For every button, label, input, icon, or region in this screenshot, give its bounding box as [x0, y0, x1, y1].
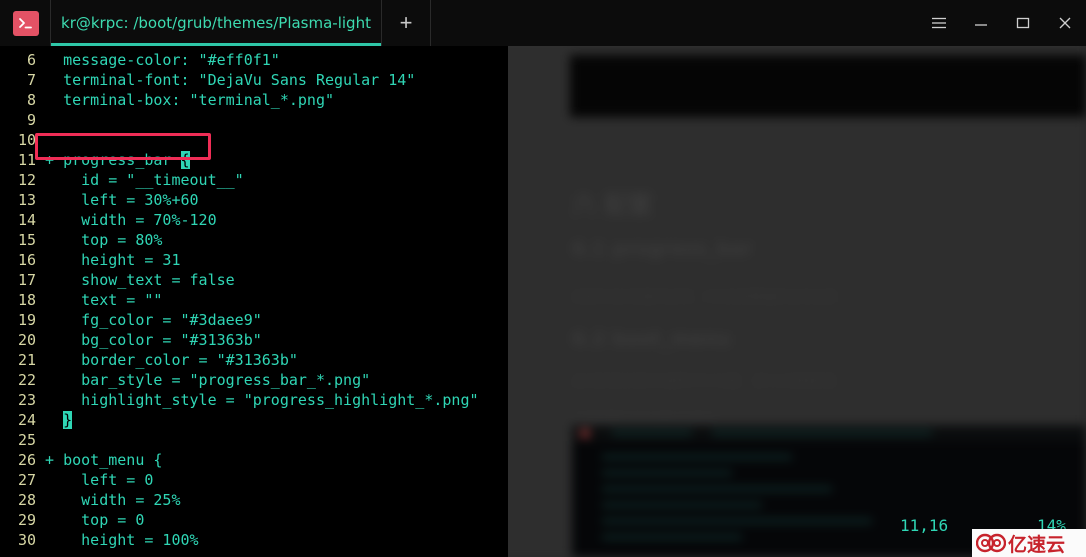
maximize-icon[interactable] [1002, 0, 1044, 46]
new-tab-label: + [399, 10, 413, 35]
hamburger-menu-icon[interactable] [918, 0, 960, 46]
watermark-logo-icon [976, 533, 1006, 553]
watermark-text: 亿速云 [1008, 533, 1066, 556]
minimize-icon[interactable] [960, 0, 1002, 46]
close-icon[interactable] [1044, 0, 1086, 46]
tab-strip: kr@krpc: /boot/grub/themes/Plasma-light … [50, 0, 431, 46]
red-highlight-box [35, 133, 211, 160]
cursor-position-status: 11,16 [900, 516, 949, 535]
screen: 六 配置 6.1 progress_bar 进度条相关配置项说明，修改后需要重新… [0, 0, 1086, 557]
terminal-window: kr@krpc: /boot/grub/themes/Plasma-light … [0, 0, 1086, 557]
tab-active[interactable]: kr@krpc: /boot/grub/themes/Plasma-light [50, 0, 382, 46]
window-controls [918, 0, 1086, 46]
terminal-content-pane-lower[interactable] [0, 441, 508, 557]
new-tab-button[interactable]: + [382, 0, 431, 46]
watermark: 亿速云 [972, 529, 1086, 557]
tab-title: kr@krpc: /boot/grub/themes/Plasma-light [61, 14, 371, 32]
terminal-icon [13, 11, 39, 36]
title-bar: kr@krpc: /boot/grub/themes/Plasma-light … [0, 0, 1086, 46]
terminal-content-pane[interactable] [0, 46, 508, 441]
